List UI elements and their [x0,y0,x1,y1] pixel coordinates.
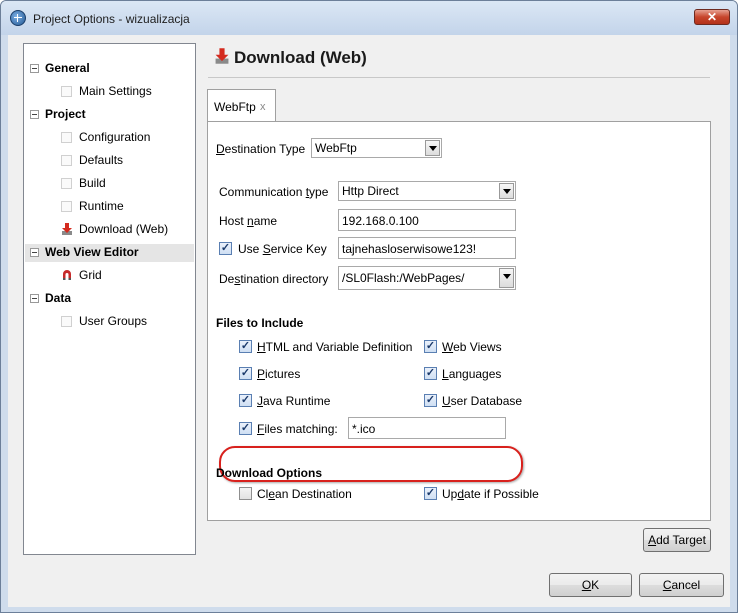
tree-item-configuration[interactable]: Configuration [79,128,150,146]
web-views-checkbox[interactable]: ✓ [424,340,437,353]
title-separator [208,77,710,78]
download-arrow-icon [215,48,229,64]
pictures-checkbox[interactable]: ✓ [239,367,252,380]
tree-group-project[interactable]: Project [45,105,86,123]
tree-item-download-web[interactable]: Download (Web) [79,220,168,238]
page-icon [61,155,72,166]
use-service-key-checkbox[interactable]: ✓ [219,242,232,255]
window-title: Project Options - wizualizacja [33,12,190,26]
service-key-input[interactable]: tajnehasloserwisowe123! [338,237,516,259]
languages-label[interactable]: Languages [442,367,501,381]
languages-checkbox[interactable]: ✓ [424,367,437,380]
page-icon [61,178,72,189]
clean-destination-checkbox[interactable] [239,487,252,500]
tree-item-main-settings[interactable]: Main Settings [79,82,152,100]
chevron-down-icon[interactable] [425,140,440,156]
globe-icon [10,10,26,26]
destination-type-label: Destination Type [216,142,306,156]
destination-directory-value: /SL0Flash:/WebPages/ [342,271,465,285]
files-matching-label[interactable]: Files matching: [257,422,338,436]
webftp-panel: Destination Type WebFtp Communication ty… [207,121,711,521]
tree-item-runtime[interactable]: Runtime [79,197,124,215]
service-key-value: tajnehasloserwisowe123! [342,242,477,256]
communication-type-select[interactable]: Http Direct [338,181,516,201]
title-bar[interactable]: Project Options - wizualizacja ✕ [1,1,737,35]
tab-webftp[interactable]: WebFtp x [207,89,276,122]
host-name-label: Host name [219,214,278,228]
project-options-window: Project Options - wizualizacja ✕ General… [0,0,738,613]
options-tree: General Main Settings Project Configurat… [23,43,196,555]
update-if-possible-checkbox[interactable]: ✓ [424,487,437,500]
communication-type-value: Http Direct [342,184,399,198]
tree-item-build[interactable]: Build [79,174,106,192]
dialog-content: General Main Settings Project Configurat… [8,35,730,607]
collapse-web-view-editor-icon[interactable] [30,248,39,257]
web-views-label[interactable]: Web Views [442,340,502,354]
destination-directory-label: Destination directory [219,272,329,286]
files-matching-value: *.ico [352,422,376,436]
grid-magnet-icon [63,270,71,280]
download-options-heading: Download Options [216,466,322,480]
pictures-label[interactable]: Pictures [257,367,300,381]
java-runtime-label[interactable]: Java Runtime [257,394,330,408]
destination-type-select[interactable]: WebFtp [311,138,442,158]
page-icon [61,86,72,97]
use-service-key-label[interactable]: Use Service Key [238,242,327,256]
java-runtime-checkbox[interactable]: ✓ [239,394,252,407]
tab-close-icon[interactable]: x [260,101,266,113]
files-to-include-heading: Files to Include [216,316,304,330]
page-icon [61,132,72,143]
collapse-project-icon[interactable] [30,110,39,119]
tree-group-web-view-editor[interactable]: Web View Editor [45,243,139,261]
page-icon [61,316,72,327]
cancel-button[interactable]: Cancel [639,573,724,597]
chevron-down-icon[interactable] [499,183,514,199]
files-matching-input[interactable]: *.ico [348,417,506,439]
destination-type-value: WebFtp [315,141,357,155]
communication-type-label: Communication type [219,185,329,199]
user-database-label[interactable]: User Database [442,394,522,408]
user-database-checkbox[interactable]: ✓ [424,394,437,407]
files-matching-checkbox[interactable]: ✓ [239,422,252,435]
tree-group-general[interactable]: General [45,59,90,77]
html-variable-definition-label[interactable]: HTML and Variable Definition [257,340,412,354]
page-title: Download (Web) [234,48,367,67]
clean-destination-label[interactable]: Clean Destination [257,487,352,501]
close-button[interactable]: ✕ [694,9,730,25]
ok-button[interactable]: OK [549,573,632,597]
update-if-possible-label[interactable]: Update if Possible [442,487,539,501]
destination-directory-select[interactable]: /SL0Flash:/WebPages/ [338,266,516,290]
host-name-value: 192.168.0.100 [342,214,419,228]
tab-label: WebFtp [214,100,256,114]
tree-item-user-groups[interactable]: User Groups [79,312,147,330]
collapse-general-icon[interactable] [30,64,39,73]
chevron-down-icon[interactable] [499,268,514,288]
add-target-button[interactable]: Add Target [643,528,711,552]
collapse-data-icon[interactable] [30,294,39,303]
tree-group-data[interactable]: Data [45,289,71,307]
tree-item-grid[interactable]: Grid [79,266,102,284]
download-arrow-icon [62,223,72,235]
html-variable-definition-checkbox[interactable]: ✓ [239,340,252,353]
page-icon [61,201,72,212]
tree-item-defaults[interactable]: Defaults [79,151,123,169]
host-name-input[interactable]: 192.168.0.100 [338,209,516,231]
